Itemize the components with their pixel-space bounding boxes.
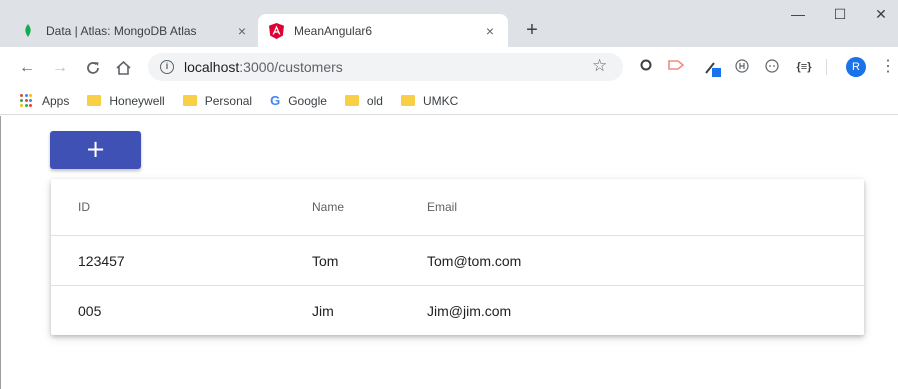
bookmark-label: Personal [204,93,253,108]
maximize-icon[interactable]: ☐ [825,6,855,23]
tab-title: Data | Atlas: MongoDB Atlas [46,23,197,38]
cell-email: Jim@jim.com [427,303,512,319]
column-header-name: Name [312,200,345,214]
address-bar[interactable]: i localhost:3000/customers [148,53,623,81]
bookmark-personal[interactable]: Personal [182,93,253,108]
cell-email: Tom@tom.com [427,252,522,269]
bookmarks-bar: Apps Honeywell Personal G Google old UMK… [0,87,898,115]
extension-circle-icon[interactable] [638,59,654,75]
bookmark-star-icon[interactable]: ☆ [592,56,607,76]
extension-h-icon[interactable] [734,59,750,75]
back-arrow-icon[interactable]: ← [16,57,38,79]
angular-icon [268,22,284,39]
folder-icon [87,95,102,106]
tab-meanangular6[interactable]: MeanAngular6 × [258,14,508,47]
address-host: localhost [184,59,240,75]
tab-close-icon[interactable]: × [234,23,250,39]
toolbar-divider [826,59,827,75]
minimize-icon[interactable]: — [783,6,813,22]
tab-title: MeanAngular6 [294,23,373,38]
cell-id: 123457 [78,252,125,269]
bookmark-old[interactable]: old [344,93,383,108]
new-tab-button[interactable]: + [520,18,544,42]
more-menu-icon[interactable]: ⋮ [880,56,896,76]
customers-table: ID Name Email 123457 Tom Tom@tom.com 005… [51,179,864,335]
site-info-icon[interactable]: i [160,60,174,74]
bookmark-label: old [366,93,383,108]
cell-id: 005 [78,303,102,319]
extension-dots-icon[interactable] [764,59,780,75]
table-header-row: ID Name Email [51,179,864,236]
profile-avatar[interactable]: R [846,57,866,77]
json-extension-icon[interactable]: {≡} [796,59,812,75]
eyedropper-extension-icon[interactable] [704,59,721,77]
forward-arrow-icon[interactable]: → [49,57,71,79]
bookmark-label: Honeywell [109,93,165,108]
folder-icon [182,95,197,106]
apps-grid-icon [20,93,34,108]
browser-toolbar: ← → i localhost:3000/customers ☆ {≡} R ⋮ [0,47,898,87]
home-icon[interactable] [112,57,134,79]
folder-icon [344,95,359,106]
bookmark-label: UMKC [422,93,459,108]
extension-tag-icon[interactable] [668,59,685,75]
window-close-icon[interactable]: ✕ [866,6,896,23]
column-header-email: Email [427,200,458,214]
google-icon: G [270,93,281,108]
bookmark-umkc[interactable]: UMKC [400,93,459,108]
bookmark-label: Google [288,93,327,108]
folder-icon [400,95,415,106]
tab-strip: Data | Atlas: MongoDB Atlas × MeanAngula… [0,0,898,47]
add-customer-button[interactable]: + [50,131,141,169]
page-content: + ID Name Email 123457 Tom Tom@tom.com 0… [0,116,898,389]
cell-name: Jim [312,303,334,319]
reload-icon[interactable] [82,57,104,79]
table-row[interactable]: 005 Jim Jim@jim.com [51,286,864,336]
cell-name: Tom [312,252,339,269]
tab-mongodb-atlas[interactable]: Data | Atlas: MongoDB Atlas × [10,14,260,47]
table-row[interactable]: 123457 Tom Tom@tom.com [51,236,864,286]
bookmark-honeywell[interactable]: Honeywell [87,93,165,108]
tab-close-icon[interactable]: × [482,23,498,39]
bookmark-label: Apps [42,93,70,108]
bookmark-google[interactable]: G Google [270,93,327,108]
bookmark-apps[interactable]: Apps [20,93,70,108]
column-header-id: ID [78,200,90,214]
mongodb-leaf-icon [20,23,36,39]
address-path: :3000/customers [239,59,343,75]
